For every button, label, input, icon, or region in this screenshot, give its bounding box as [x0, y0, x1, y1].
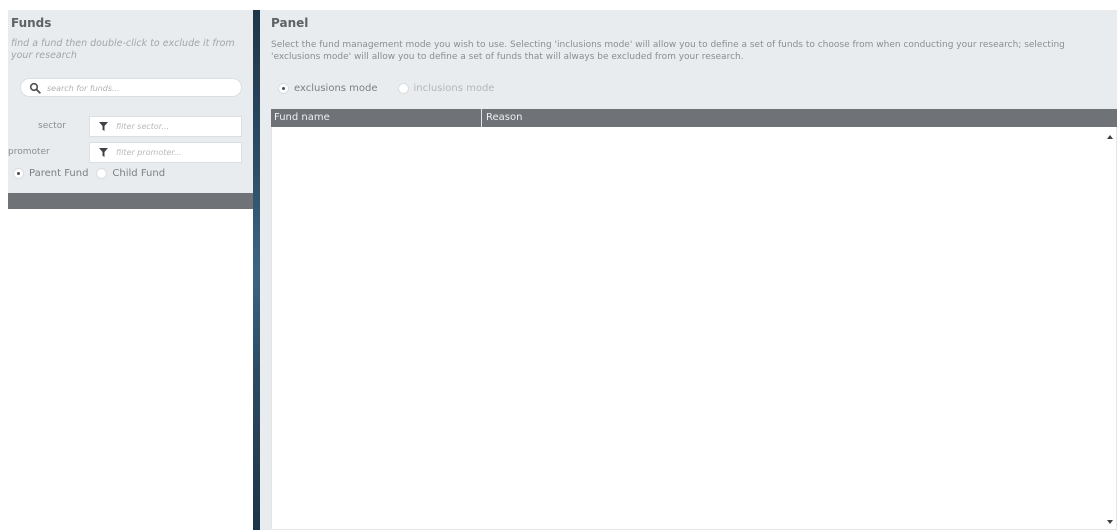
fund-search-input[interactable]	[47, 81, 227, 95]
panel-splitter[interactable]	[253, 10, 260, 530]
excluded-funds-table: Fund name Reason	[271, 109, 1117, 530]
scroll-up-arrow-icon[interactable]	[1107, 135, 1113, 139]
inclusions-mode-label[interactable]: inclusions mode	[414, 83, 495, 94]
funds-panel: Funds find a fund then double-click to e…	[8, 10, 253, 528]
child-fund-radio[interactable]	[96, 168, 108, 179]
sector-filter-box[interactable]	[89, 116, 242, 137]
inclusions-mode-radio[interactable]	[397, 83, 409, 94]
promoter-filter-input[interactable]	[116, 146, 236, 159]
search-icon	[29, 82, 41, 94]
column-header-reason[interactable]: Reason	[482, 109, 1117, 127]
management-panel: Panel Select the fund management mode yo…	[260, 10, 1117, 530]
filter-icon	[99, 122, 108, 131]
fund-management-window: Funds find a fund then double-click to e…	[0, 0, 1117, 530]
mode-radio-group: exclusions mode inclusions mode	[278, 83, 494, 94]
sector-filter-input[interactable]	[116, 120, 236, 133]
fund-type-radio-group: Parent Fund Child Fund	[13, 168, 165, 179]
exclusions-mode-radio[interactable]	[278, 83, 289, 94]
promoter-label: promoter	[8, 147, 50, 157]
funds-list[interactable]	[8, 209, 253, 528]
scroll-down-arrow-icon[interactable]	[1107, 520, 1113, 524]
panel-description: Select the fund management mode you wish…	[271, 40, 1065, 62]
table-body[interactable]	[271, 127, 1117, 530]
column-header-fund-name[interactable]: Fund name	[271, 109, 482, 127]
funds-panel-header: Funds find a fund then double-click to e…	[8, 10, 253, 193]
fund-search-box[interactable]	[20, 78, 242, 97]
exclusions-mode-label[interactable]: exclusions mode	[294, 83, 378, 94]
sector-label: sector	[38, 121, 66, 131]
funds-list-header-bar	[8, 193, 253, 209]
table-header: Fund name Reason	[271, 109, 1117, 127]
promoter-filter-box[interactable]	[89, 142, 242, 163]
parent-fund-label[interactable]: Parent Fund	[29, 168, 88, 179]
table-scrollbar[interactable]	[1105, 127, 1117, 530]
child-fund-label[interactable]: Child Fund	[112, 168, 165, 179]
funds-hint: find a fund then double-click to exclude…	[11, 38, 235, 61]
filter-icon	[99, 148, 108, 157]
panel-title: Panel	[271, 16, 309, 30]
funds-title: Funds	[11, 16, 52, 30]
parent-fund-radio[interactable]	[13, 168, 24, 179]
